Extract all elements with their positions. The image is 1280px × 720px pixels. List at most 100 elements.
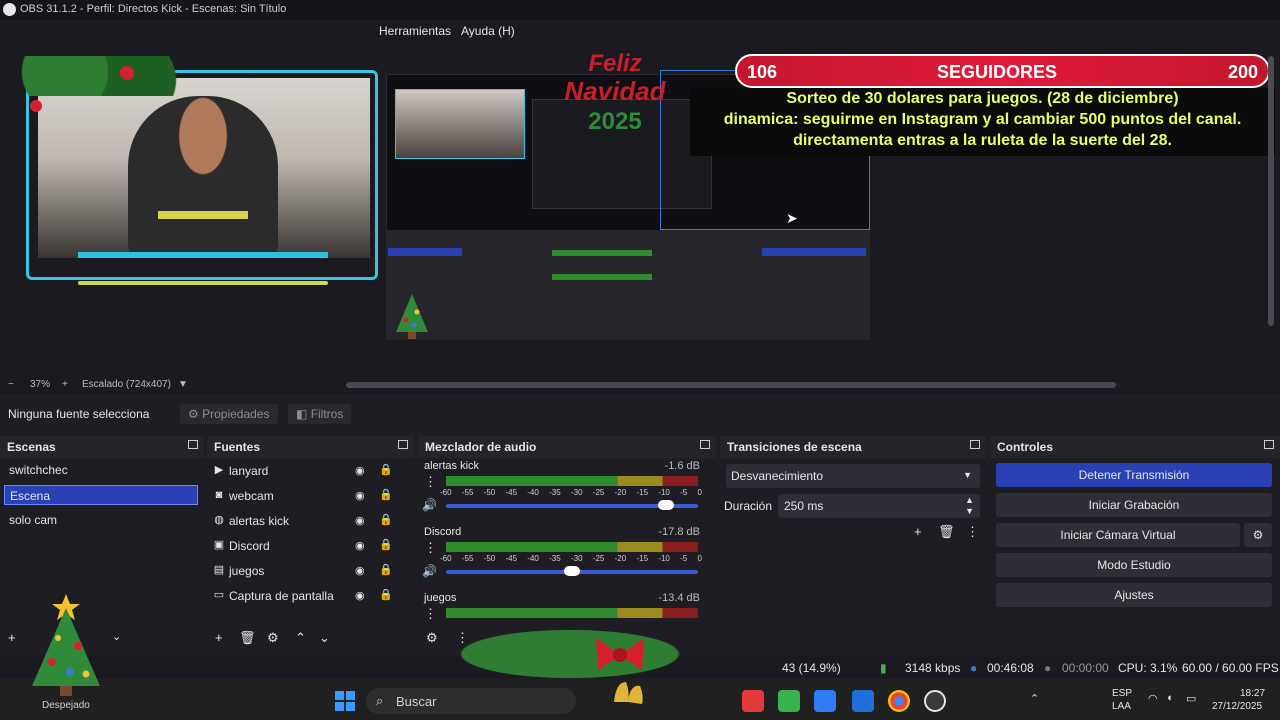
- remove-source-button[interactable]: 🗑: [239, 630, 256, 646]
- lock-icon[interactable]: 🔒: [379, 588, 393, 601]
- scene-item[interactable]: switchchec: [4, 460, 198, 480]
- ornament-icon: [120, 66, 134, 80]
- clock-time[interactable]: 18:27: [1240, 688, 1265, 699]
- undock-icon[interactable]: [700, 440, 710, 449]
- scale-tick: -45: [505, 554, 518, 563]
- dropbox-icon[interactable]: [814, 690, 836, 712]
- channel-menu-icon[interactable]: ⋮: [424, 540, 437, 556]
- volume-slider-knob[interactable]: [658, 500, 675, 510]
- visibility-eye-icon[interactable]: ◉: [355, 514, 365, 527]
- scene-item-selected[interactable]: Escena: [4, 485, 198, 505]
- meter-scale: -60 -55 -50 -45 -40 -35 -30 -25 -20 -15 -10 -5 0: [440, 554, 702, 563]
- lang-line2[interactable]: LAA: [1112, 701, 1131, 712]
- undock-icon[interactable]: [398, 440, 408, 449]
- speaker-icon[interactable]: 🔊: [422, 498, 437, 512]
- app-icon-green[interactable]: [778, 690, 800, 712]
- scale-tick: -55: [461, 554, 474, 563]
- undock-icon[interactable]: [1264, 440, 1274, 449]
- start-recording-button[interactable]: Iniciar Grabación: [996, 493, 1272, 517]
- menu-herramientas[interactable]: Herramientas: [379, 24, 451, 38]
- battery-icon[interactable]: ▭: [1186, 692, 1196, 705]
- chrome-icon[interactable]: [888, 690, 910, 712]
- wifi-icon[interactable]: ◠: [1148, 692, 1158, 705]
- app-icon-blue[interactable]: [852, 690, 874, 712]
- undock-icon[interactable]: [970, 440, 980, 449]
- add-source-button[interactable]: +: [215, 630, 223, 645]
- filters-button[interactable]: ◧ Filtros: [288, 404, 352, 424]
- settings-button[interactable]: Ajustes: [996, 583, 1272, 607]
- christmas-tree-icon: [392, 292, 432, 340]
- add-transition-button[interactable]: +: [914, 524, 922, 539]
- lock-icon[interactable]: 🔒: [379, 563, 393, 576]
- lock-icon[interactable]: 🔒: [379, 488, 393, 501]
- controls-dock: Controles Detener Transmisión Iniciar Gr…: [990, 436, 1280, 650]
- move-down-icon[interactable]: ⌄: [319, 630, 330, 646]
- preview-vertical-scrollbar[interactable]: [1268, 56, 1274, 326]
- channel-menu-icon[interactable]: ⋮: [424, 474, 437, 490]
- lock-icon[interactable]: 🔒: [379, 463, 393, 476]
- channel-name: Discord: [424, 526, 462, 538]
- visibility-eye-icon[interactable]: ◉: [355, 564, 365, 577]
- mini-webcam: [395, 89, 525, 159]
- volume-icon[interactable]: ◖: [1166, 692, 1173, 704]
- webcam-source-frame: [8, 56, 378, 286]
- source-item[interactable]: ▶ lanyard ◉ 🔒: [207, 460, 407, 482]
- giveaway-text: Sorteo de 30 dolares para juegos. (28 de…: [690, 88, 1275, 156]
- source-item[interactable]: ◙ webcam ◉ 🔒: [207, 485, 407, 507]
- scene-item[interactable]: solo cam: [4, 510, 198, 530]
- duration-spinbox[interactable]: 250 ms ▲ ▼: [778, 494, 980, 518]
- transition-menu-icon[interactable]: ⋮: [966, 524, 979, 540]
- preview-canvas[interactable]: 106 SEGUIDORES 200 Sorteo de 30 dolares …: [0, 42, 1280, 376]
- source-settings-icon[interactable]: ⚙: [267, 630, 279, 646]
- lock-icon[interactable]: 🔒: [379, 513, 393, 526]
- speaker-icon[interactable]: 🔊: [422, 564, 437, 578]
- no-source-selected: Ninguna fuente selecciona: [8, 407, 150, 421]
- mixer-channel: alertas kick -1.6 dB ⋮ -60 -55 -50 -45 -40 -3…: [418, 460, 708, 524]
- visibility-eye-icon[interactable]: ◉: [355, 464, 365, 477]
- lock-icon[interactable]: 🔒: [379, 538, 393, 551]
- transition-select[interactable]: Desvanecimiento ▼: [726, 464, 980, 488]
- volume-slider-knob[interactable]: [564, 566, 580, 576]
- zoom-in-button[interactable]: +: [62, 379, 68, 390]
- scale-tick: -15: [636, 488, 649, 497]
- virtual-camera-settings-icon[interactable]: ⚙: [1244, 523, 1272, 547]
- spin-down-icon[interactable]: ▼: [965, 506, 974, 516]
- undock-icon[interactable]: [188, 440, 198, 449]
- source-item[interactable]: ▭ Captura de pantalla ◉ 🔒: [207, 585, 407, 607]
- cpu-usage: CPU: 3.1%: [1118, 661, 1178, 675]
- spin-up-icon[interactable]: ▲: [965, 495, 974, 505]
- visibility-eye-icon[interactable]: ◉: [355, 539, 365, 552]
- lang-line1[interactable]: ESP: [1112, 688, 1132, 699]
- source-item[interactable]: ◍ alertas kick ◉ 🔒: [207, 510, 407, 532]
- visibility-eye-icon[interactable]: ◉: [355, 589, 365, 602]
- garland-decoration: [380, 612, 760, 682]
- properties-button[interactable]: ⚙ Propiedades: [180, 404, 278, 424]
- source-item[interactable]: ▤ juegos ◉ 🔒: [207, 560, 407, 582]
- remove-transition-button[interactable]: 🗑: [938, 524, 955, 540]
- mini-docks: [386, 230, 870, 340]
- add-scene-button[interactable]: +: [8, 630, 16, 645]
- stop-stream-button[interactable]: Detener Transmisión: [996, 463, 1272, 487]
- visibility-eye-icon[interactable]: ◉: [355, 489, 365, 502]
- feliz-navidad-logo: Feliz Navidad 2025: [550, 50, 680, 160]
- tray-chevron-icon[interactable]: ⌃: [1030, 692, 1039, 705]
- scaling-dropdown-icon[interactable]: ▼: [178, 379, 188, 390]
- start-virtual-camera-button[interactable]: Iniciar Cámara Virtual: [996, 523, 1240, 547]
- channel-db: -17.8 dB: [658, 526, 700, 538]
- webcam-bottom-bar: [78, 252, 328, 258]
- preview-horizontal-scrollbar[interactable]: [346, 382, 1116, 388]
- move-up-icon[interactable]: ⌃: [295, 630, 306, 646]
- obs-taskbar-icon[interactable]: [924, 690, 946, 712]
- duration-label: Duración: [724, 499, 773, 513]
- zoom-out-button[interactable]: −: [8, 379, 14, 390]
- menu-ayuda[interactable]: Ayuda (H): [461, 24, 515, 38]
- windows-start-icon[interactable]: [334, 690, 356, 712]
- clock-date[interactable]: 27/12/2025: [1212, 701, 1262, 712]
- source-item[interactable]: ▣ Discord ◉ 🔒: [207, 535, 407, 557]
- taskbar-search[interactable]: ⌕ Buscar: [366, 688, 576, 714]
- studio-mode-button[interactable]: Modo Estudio: [996, 553, 1272, 577]
- app-icon-red[interactable]: [742, 690, 764, 712]
- gear-icon: ⚙: [188, 407, 199, 421]
- scale-tick: -55: [461, 488, 474, 497]
- scale-tick: -30: [570, 554, 583, 563]
